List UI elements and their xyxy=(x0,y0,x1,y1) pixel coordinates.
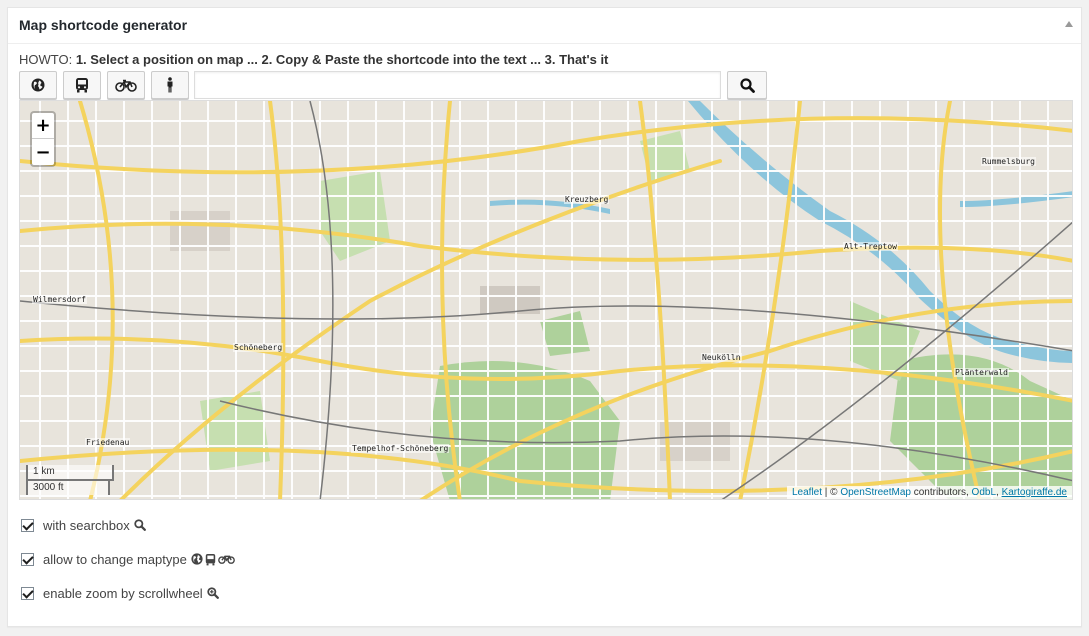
map-canvas[interactable]: Kreuzberg Rummelsburg Alt-Treptow Wilmer… xyxy=(19,100,1073,500)
globe-icon xyxy=(31,78,45,92)
collapse-arrow-icon[interactable] xyxy=(1065,21,1073,27)
map-type-transport-button[interactable] xyxy=(63,71,101,99)
scale-imperial: 3000 ft xyxy=(26,479,110,495)
place-label: Wilmersdorf xyxy=(32,295,87,304)
place-label: Alt-Treptow xyxy=(843,242,898,251)
bus-icon xyxy=(205,553,216,565)
pedestrian-icon xyxy=(167,77,173,93)
scrollwheel-checkbox[interactable] xyxy=(21,586,34,600)
zoom-in-button[interactable]: + xyxy=(32,113,54,139)
place-label: Friedenau xyxy=(85,438,131,447)
search-icon xyxy=(739,77,755,93)
place-label: Rummelsburg xyxy=(981,157,1036,166)
odbl-link[interactable]: OdbL xyxy=(972,487,996,498)
shortcode-generator-panel: Map shortcode generator HOWTO: 1. Select… xyxy=(7,7,1082,627)
map-tiles[interactable] xyxy=(20,101,1073,500)
option-label: allow to change maptype xyxy=(43,551,187,567)
search-icon xyxy=(134,519,146,531)
panel-header[interactable]: Map shortcode generator xyxy=(8,8,1081,44)
place-label: Schöneberg xyxy=(233,343,284,352)
map-scale: 1 km 3000 ft xyxy=(26,465,114,495)
search-button[interactable] xyxy=(727,71,767,99)
map-attribution: Leaflet | © OpenStreetMap contributors, … xyxy=(787,486,1072,499)
osm-link[interactable]: OpenStreetMap xyxy=(840,487,911,498)
leaflet-link[interactable]: Leaflet xyxy=(792,487,822,498)
kartogiraffe-link[interactable]: Kartogiraffe.de xyxy=(1002,487,1067,498)
option-searchbox[interactable]: with searchbox xyxy=(21,517,146,533)
maptype-checkbox[interactable] xyxy=(21,552,34,566)
place-label: Plänterwald xyxy=(954,368,1009,377)
bicycle-icon xyxy=(115,79,137,92)
howto-text: HOWTO: 1. Select a position on map ... 2… xyxy=(19,52,608,67)
zoom-in-icon xyxy=(207,587,219,599)
attribution-contributors: contributors, xyxy=(910,487,972,498)
option-label: with searchbox xyxy=(43,517,130,533)
place-label: Kreuzberg xyxy=(564,195,610,204)
map-type-cycle-button[interactable] xyxy=(107,71,145,99)
bus-icon xyxy=(76,78,88,93)
option-maptype[interactable]: allow to change maptype xyxy=(21,551,235,567)
map-type-standard-button[interactable] xyxy=(19,71,57,99)
map-type-walking-button[interactable] xyxy=(151,71,189,99)
map-toolbar xyxy=(19,71,779,99)
zoom-control: + − xyxy=(30,111,56,167)
searchbox-checkbox[interactable] xyxy=(21,518,34,532)
option-label: enable zoom by scrollwheel xyxy=(43,585,203,601)
zoom-out-button[interactable]: − xyxy=(32,139,54,165)
attribution-separator: | © xyxy=(822,487,841,498)
bicycle-icon xyxy=(217,555,235,564)
place-label: Neukölln xyxy=(701,353,742,362)
howto-steps: 1. Select a position on map ... 2. Copy … xyxy=(75,52,609,67)
location-search-input[interactable] xyxy=(194,71,721,99)
panel-title: Map shortcode generator xyxy=(19,17,188,33)
howto-prefix: HOWTO: xyxy=(19,52,76,67)
globe-icon xyxy=(191,553,203,565)
option-scrollwheel[interactable]: enable zoom by scrollwheel xyxy=(21,585,219,601)
place-label: Tempelhof-Schöneberg xyxy=(351,444,450,453)
